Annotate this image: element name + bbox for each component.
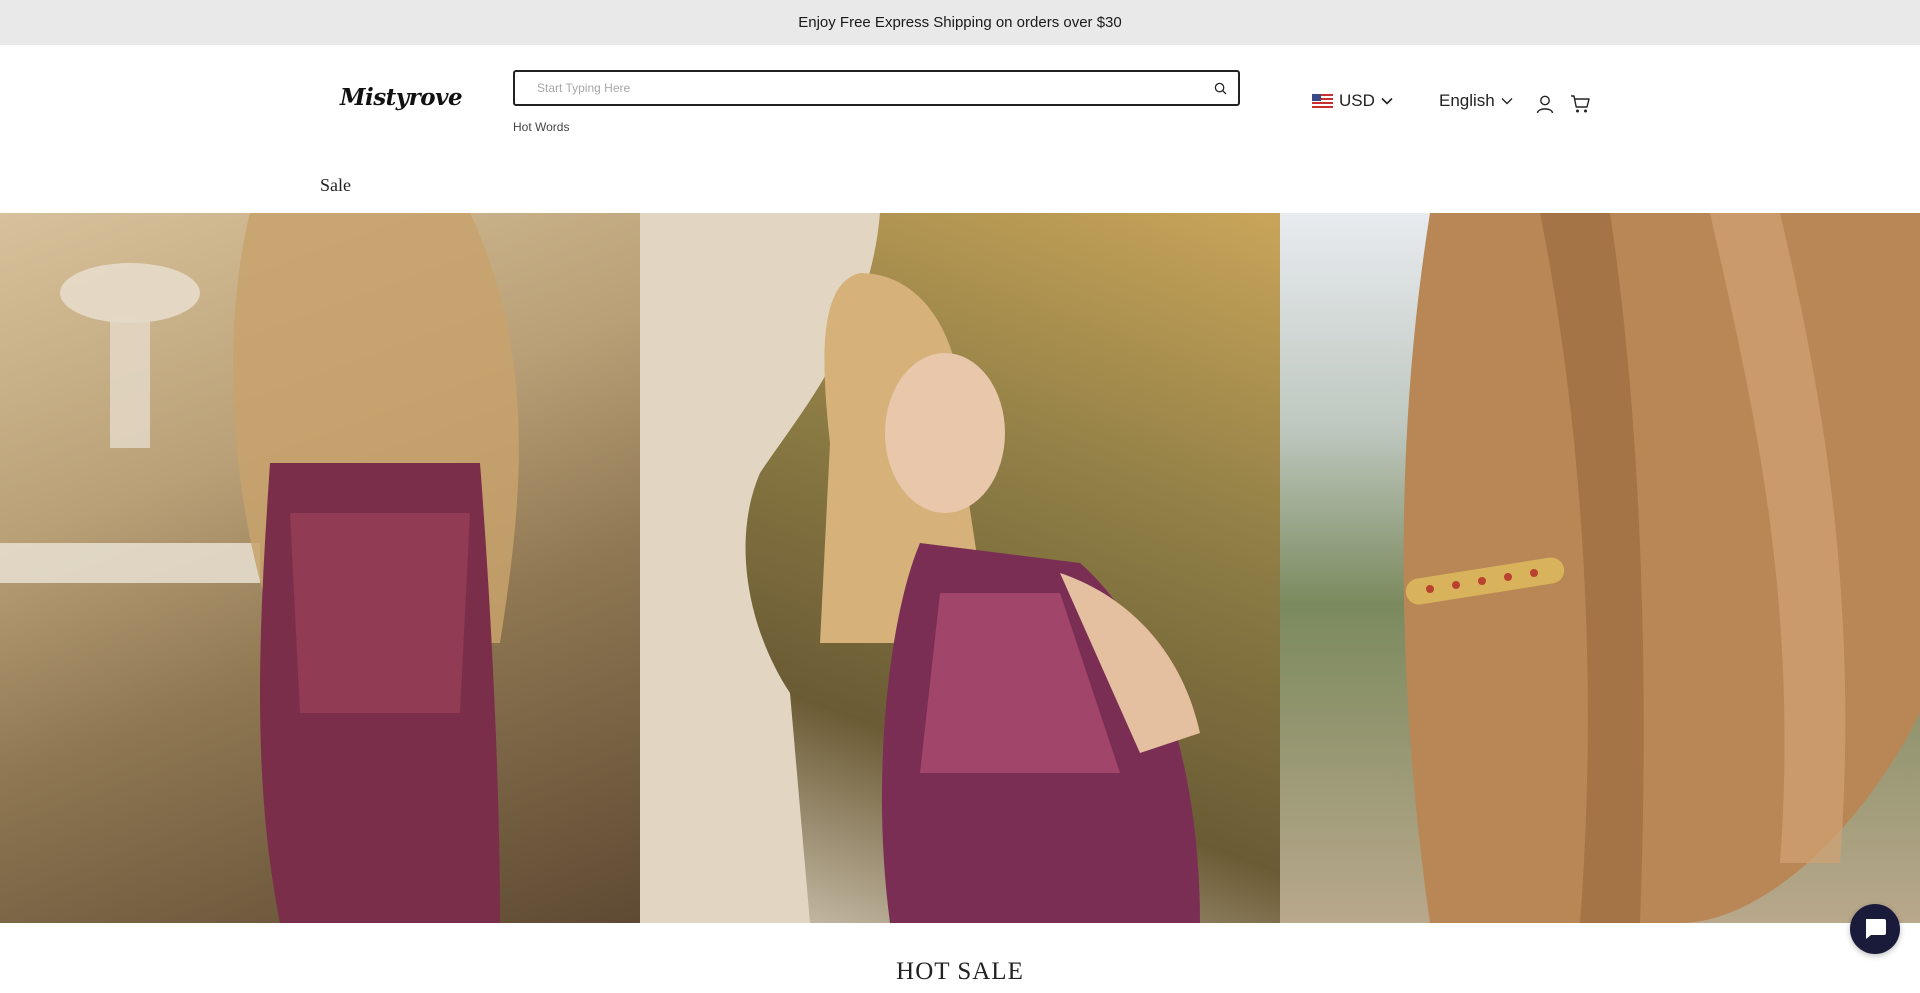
logo-text: Mistyrove xyxy=(340,83,463,111)
hero-image-model-back-view xyxy=(0,213,640,923)
account-button[interactable] xyxy=(1533,92,1557,116)
chevron-down-icon xyxy=(1381,97,1393,105)
search-button[interactable] xyxy=(1202,72,1238,104)
cart-button[interactable] xyxy=(1568,92,1592,116)
hot-words-label[interactable]: Hot Words xyxy=(513,120,569,134)
currency-label: USD xyxy=(1339,91,1375,110)
hero-image-hair-clip-closeup xyxy=(1280,213,1920,923)
section-title-hot-sale: HOT SALE xyxy=(896,958,1024,985)
language-label: English xyxy=(1439,91,1495,110)
hero-banner[interactable] xyxy=(0,213,1920,923)
user-icon xyxy=(1536,95,1554,114)
site-header: Mistyrove Hot Words USD English xyxy=(0,45,1920,214)
site-logo[interactable]: Mistyrove xyxy=(340,83,463,111)
search-bar xyxy=(513,70,1240,106)
announcement-bar: Enjoy Free Express Shipping on orders ov… xyxy=(0,0,1920,45)
chat-button[interactable] xyxy=(1850,904,1900,954)
currency-selector[interactable]: USD xyxy=(1312,91,1393,111)
search-input[interactable] xyxy=(515,72,1202,104)
us-flag-icon xyxy=(1312,94,1333,108)
announcement-text: Enjoy Free Express Shipping on orders ov… xyxy=(798,14,1122,31)
hero-image-model-portrait xyxy=(640,213,1280,923)
language-selector[interactable]: English xyxy=(1439,91,1513,111)
cart-icon xyxy=(1570,95,1590,113)
search-icon xyxy=(1214,82,1226,94)
chat-icon xyxy=(1866,919,1886,939)
chevron-down-icon xyxy=(1501,98,1513,105)
nav-item-sale[interactable]: Sale xyxy=(320,175,351,196)
